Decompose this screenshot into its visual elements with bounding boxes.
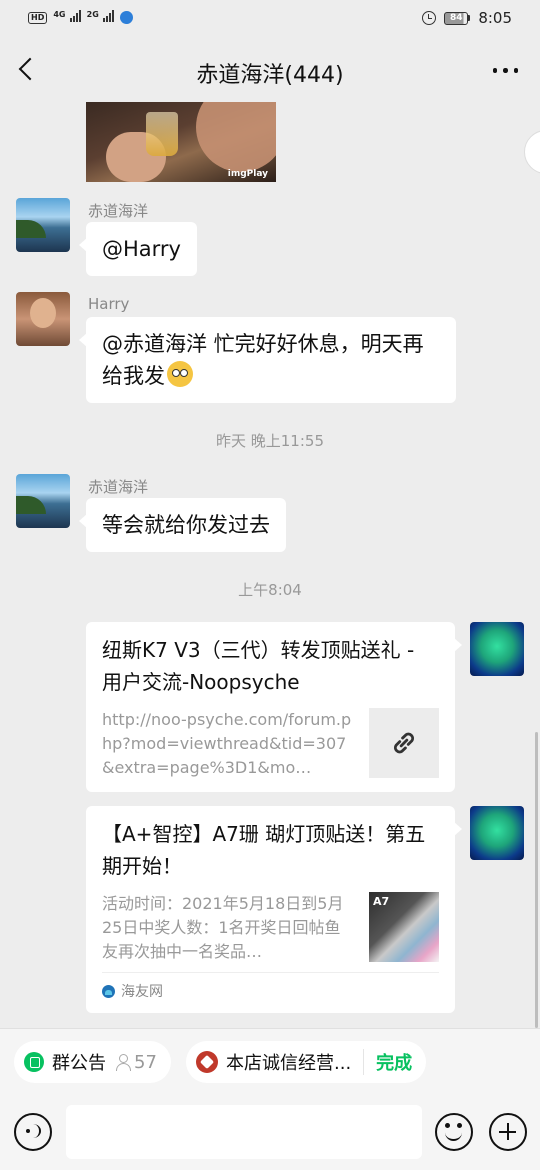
message-input[interactable] [66,1105,422,1159]
status-time: 8:05 [478,9,512,27]
done-button[interactable]: 完成 [363,1049,412,1075]
sender-name: 赤道海洋 [88,202,149,220]
message-text: @赤道海洋 忙完好好休息，明天再给我发 [102,332,424,388]
more-dots-icon [492,68,497,73]
card-title: 【A+智控】A7珊 瑚灯顶贴送！第五期开始！ [102,822,426,878]
thumb-label: A7 [373,895,390,908]
sender-name: 赤道海洋 [88,478,149,496]
status-left: HD 4G 2G [28,10,133,25]
message-bubble[interactable]: @Harry [79,222,197,276]
announcement-icon [24,1052,44,1072]
card-desc: 活动时间：2021年5月18日到5月25日中奖人数：1名开奖日回帖鱼友再次抽中一… [102,894,344,961]
store-chip[interactable]: 本店诚信经营... 完成 [186,1041,427,1083]
link-icon [393,732,415,754]
status-bar: HD 4G 2G 84 8:05 [0,0,540,38]
store-icon [196,1051,218,1073]
voice-button[interactable] [14,1113,52,1151]
plus-button[interactable] [489,1113,527,1151]
link-card[interactable]: 纽斯K7 V3（三代）转发顶贴送礼 - 用户交流-Noopsyche http:… [86,622,462,792]
more-button[interactable] [492,68,518,73]
sender-name: Harry [88,295,130,313]
floating-button[interactable] [524,130,540,174]
message-bubble[interactable]: @赤道海洋 忙完好好休息，明天再给我发 [79,317,456,403]
chat-title: 赤道海洋(444) [196,63,344,88]
card-thumb: A7 [369,892,439,962]
people-icon [114,1053,132,1071]
chat-area[interactable]: imgPlay 赤道海洋 @Harry Harry @赤道海洋 忙完好好休息，明… [0,102,540,1028]
signal-bars-icon [102,10,114,22]
timestamp: 上午8:04 [238,581,302,599]
hd-badge: HD [28,11,48,24]
avatar[interactable] [16,198,70,252]
signal-bars-icon [69,10,81,22]
flushed-emoji-icon [167,361,193,387]
card-desc: http://noo-psyche.com/forum.php?mod=view… [102,710,352,777]
avatar[interactable] [470,806,524,860]
card-title: 纽斯K7 V3（三代）转发顶贴送礼 - 用户交流-Noopsyche [102,638,415,694]
signal-1: 4G [53,10,81,25]
battery-icon: 84 [444,11,471,25]
quick-chips-bar: 群公告 57 本店诚信经营... 完成 [0,1028,540,1094]
announcement-label: 群公告 [52,1053,106,1074]
browser-icon [119,11,133,24]
timestamp: 昨天 晚上11:55 [216,432,324,450]
alarm-icon [422,11,437,25]
message-bubble[interactable]: 等会就给你发过去 [79,498,286,552]
source-icon [102,984,115,998]
gif-watermark: imgPlay [227,169,268,179]
card-source: 海友网 [102,972,439,1001]
announcement-chip[interactable]: 群公告 57 [14,1041,171,1083]
card-thumb [369,708,439,778]
source-name: 海友网 [121,984,163,1000]
avatar[interactable] [16,474,70,528]
signal-2: 2G [87,10,114,25]
link-card[interactable]: 【A+智控】A7珊 瑚灯顶贴送！第五期开始！ 活动时间：2021年5月18日到5… [86,806,462,1013]
emoji-button[interactable] [435,1113,473,1151]
gif-message[interactable]: imgPlay [86,102,276,182]
title-bar: 赤道海洋(444) [0,38,540,102]
battery-level: 84 [444,11,469,25]
member-count: 57 [134,1051,157,1073]
avatar[interactable] [16,292,70,346]
input-bar [0,1094,540,1170]
scrollbar[interactable] [535,732,538,1028]
status-right: 84 8:05 [422,9,512,27]
avatar[interactable] [470,622,524,676]
store-label: 本店诚信经营... [226,1053,352,1074]
